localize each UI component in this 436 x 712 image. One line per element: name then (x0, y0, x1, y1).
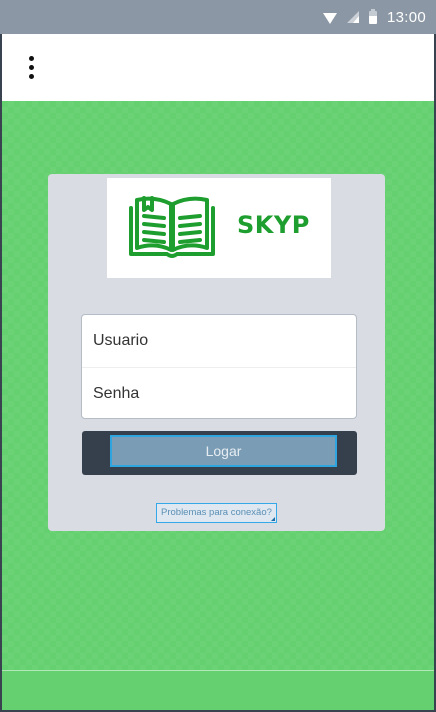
wifi-icon (322, 12, 337, 24)
menu-dot (28, 64, 34, 70)
login-button-container: Logar (82, 431, 357, 475)
status-time: 13:00 (386, 8, 426, 26)
bottom-area (2, 670, 434, 710)
app-bar (2, 34, 434, 101)
password-field[interactable] (82, 367, 356, 419)
menu-dot (28, 73, 34, 79)
open-book-icon (129, 196, 215, 258)
login-button[interactable]: Logar (110, 435, 337, 467)
logo-text: SKYP (237, 211, 310, 239)
connection-problem-link[interactable]: Problemas para conexão? (156, 503, 277, 523)
menu-dot (28, 55, 34, 61)
status-bar: 13:00 (0, 0, 436, 34)
battery-icon (368, 8, 377, 24)
signal-icon (346, 11, 359, 23)
login-card: SKYP Logar Problemas para conexão? (48, 174, 385, 531)
username-field[interactable] (82, 315, 356, 367)
more-vertical-icon[interactable] (20, 52, 42, 82)
device-frame: 13:00 SKYP Usuario Logar Problemas para … (0, 0, 436, 712)
main-content: SKYP Logar Problemas para conexão? (2, 101, 434, 670)
logo: SKYP (107, 178, 331, 278)
credentials-group (81, 314, 357, 419)
